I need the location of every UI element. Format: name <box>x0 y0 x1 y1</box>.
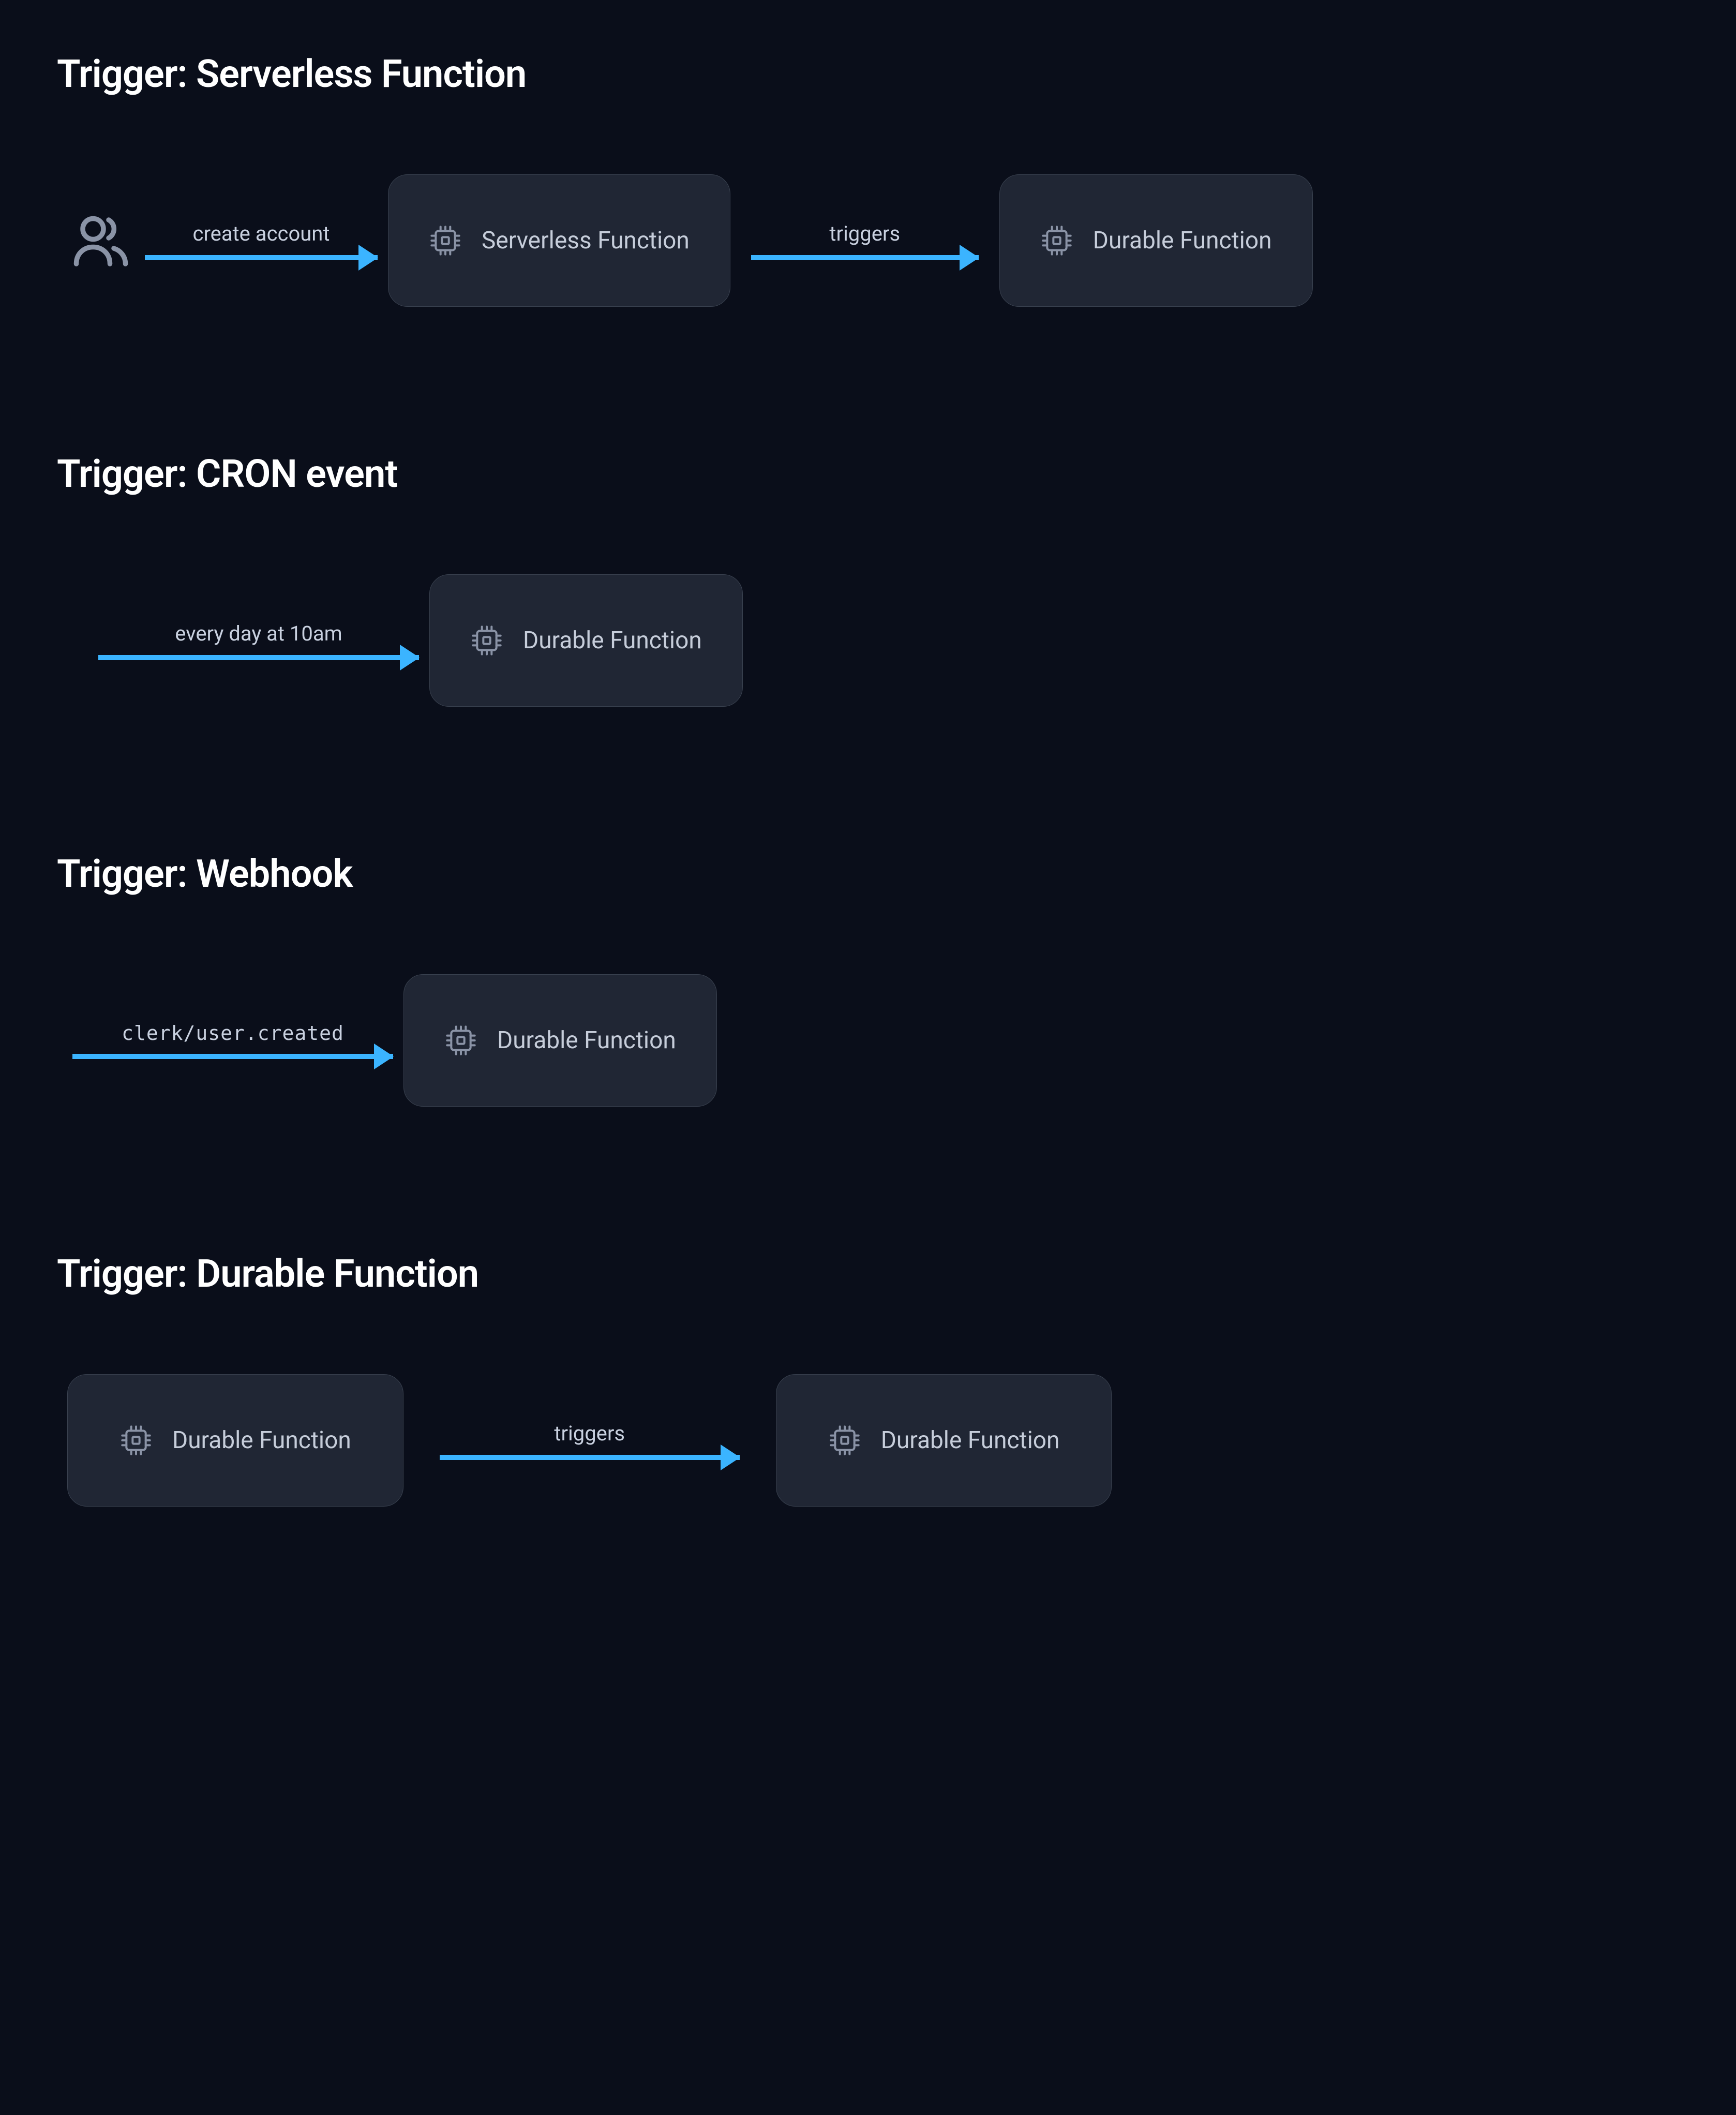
box-label-durable-webhook: Durable Function <box>497 1026 676 1054</box>
chip-icon <box>119 1424 153 1457</box>
flow-serverless: create account Serverless Function trigg… <box>57 174 1679 307</box>
flow-webhook: clerk/user.created Durable Function <box>57 974 1679 1107</box>
section-title-webhook: Trigger: Webhook <box>57 852 1679 897</box>
users-icon <box>67 207 134 274</box>
chip-icon <box>1040 224 1073 257</box>
box-durable-function-1: Durable Function <box>999 174 1313 307</box>
arrow-triggers-1: triggers <box>751 221 979 260</box>
arrow-label-triggers-1: triggers <box>829 221 900 246</box>
section-title-durable: Trigger: Durable Function <box>57 1252 1679 1297</box>
box-label-durable-source: Durable Function <box>172 1426 351 1454</box>
section-title-serverless: Trigger: Serverless Function <box>57 52 1679 97</box>
arrow-icon <box>751 255 979 260</box>
section-cron: Trigger: CRON event every day at 10am Du… <box>57 452 1679 707</box>
section-title-cron: Trigger: CRON event <box>57 452 1679 497</box>
arrow-cron: every day at 10am <box>98 621 419 660</box>
arrow-webhook: clerk/user.created <box>72 1022 393 1059</box>
box-durable-function-webhook: Durable Function <box>403 974 717 1107</box>
arrow-label-create-account: create account <box>193 221 330 246</box>
flow-cron: every day at 10am Durable Function <box>57 574 1679 707</box>
box-durable-function-target: Durable Function <box>776 1374 1112 1507</box>
chip-icon <box>470 624 503 657</box>
box-label-durable-target: Durable Function <box>881 1426 1060 1454</box>
flow-durable: Durable Function triggers Durable Functi… <box>57 1374 1679 1507</box>
arrow-icon <box>98 655 419 660</box>
arrow-label-webhook: clerk/user.created <box>122 1022 344 1045</box>
box-serverless-function: Serverless Function <box>388 174 730 307</box>
arrow-label-cron: every day at 10am <box>175 621 342 646</box>
section-durable: Trigger: Durable Function Durable Functi… <box>57 1252 1679 1507</box>
arrow-icon <box>72 1054 393 1059</box>
arrow-create-account: create account <box>145 221 378 260</box>
section-serverless: Trigger: Serverless Function create acco… <box>57 52 1679 307</box>
chip-icon <box>429 224 462 257</box>
arrow-triggers-2: triggers <box>440 1421 740 1460</box>
chip-icon <box>828 1424 861 1457</box>
section-webhook: Trigger: Webhook clerk/user.created Dura… <box>57 852 1679 1107</box>
box-label-serverless: Serverless Function <box>482 227 690 255</box>
box-durable-function-cron: Durable Function <box>429 574 743 707</box>
arrow-label-triggers-2: triggers <box>554 1421 625 1446</box>
arrow-icon <box>440 1455 740 1460</box>
box-durable-function-source: Durable Function <box>67 1374 403 1507</box>
chip-icon <box>444 1024 477 1057</box>
box-label-durable-1: Durable Function <box>1093 227 1272 255</box>
arrow-icon <box>145 255 378 260</box>
box-label-durable-cron: Durable Function <box>523 627 702 654</box>
